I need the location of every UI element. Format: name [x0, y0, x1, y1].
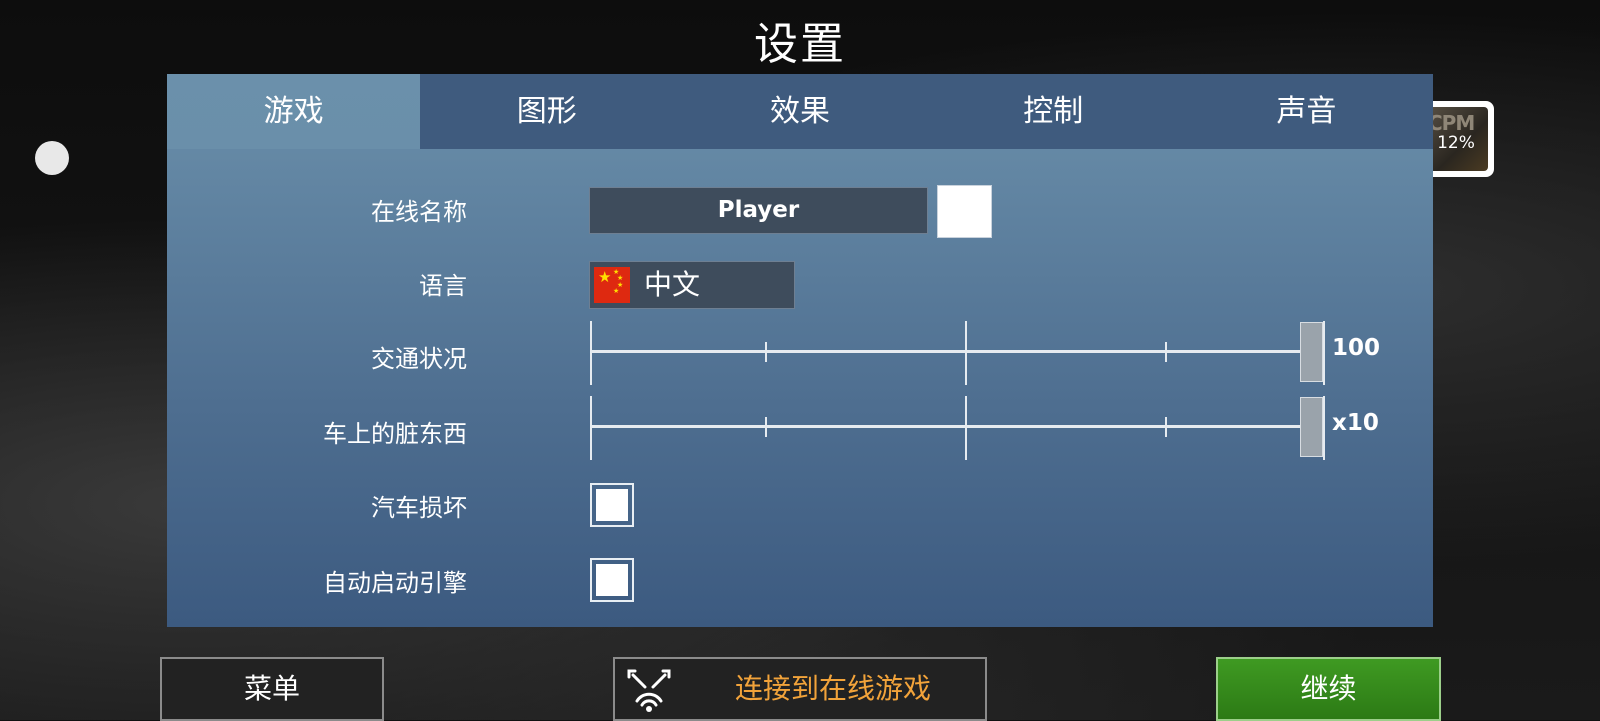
- floating-dot-button[interactable]: [35, 141, 69, 175]
- page-title: 设置: [754, 19, 846, 70]
- app-thumbnail: CPM 12%: [1424, 107, 1488, 171]
- language-label: 语言: [419, 272, 467, 300]
- auto-start-checkbox[interactable]: [590, 558, 634, 602]
- slider-tick: [590, 321, 592, 385]
- menu-button[interactable]: 菜单: [160, 657, 384, 721]
- online-network-icon: [627, 669, 671, 712]
- slider-thumb[interactable]: [1300, 397, 1323, 457]
- slider-track: [590, 350, 1323, 353]
- dirt-slider[interactable]: x10: [590, 396, 1379, 460]
- slider-thumb[interactable]: [1300, 322, 1323, 382]
- app-logo: CPM: [1428, 111, 1475, 135]
- slider-tick: [965, 396, 967, 460]
- slider-tick: [1323, 321, 1325, 385]
- dirt-label: 车上的脏东西: [323, 420, 467, 448]
- connect-online-button[interactable]: 连接到在线游戏: [613, 657, 987, 721]
- checkbox-fill: [596, 564, 628, 596]
- cn-flag-icon: ★ ★ ★ ★ ★: [594, 267, 630, 303]
- auto-start-label: 自动启动引擎: [323, 569, 467, 597]
- settings-panel: 游戏 图形 效果 控制 声音 在线名称 Player 语言 ★ ★ ★ ★ ★ …: [167, 74, 1434, 627]
- name-color-picker[interactable]: [937, 185, 992, 238]
- language-value: 中文: [644, 268, 701, 301]
- car-damage-label: 汽车损坏: [371, 494, 467, 522]
- traffic-label: 交通状况: [371, 345, 467, 373]
- online-name-field[interactable]: Player: [589, 187, 928, 234]
- tab-sound[interactable]: 声音: [1179, 74, 1434, 149]
- continue-button[interactable]: 继续: [1216, 657, 1441, 721]
- slider-tick: [1323, 396, 1325, 460]
- tab-controls[interactable]: 控制: [926, 74, 1180, 149]
- language-selector[interactable]: ★ ★ ★ ★ ★ 中文: [589, 261, 795, 309]
- slider-track: [590, 425, 1323, 428]
- connect-online-label: 连接到在线游戏: [735, 672, 932, 705]
- tab-effects[interactable]: 效果: [673, 74, 927, 149]
- online-name-label: 在线名称: [371, 198, 467, 226]
- dirt-value: x10: [1332, 410, 1379, 436]
- traffic-value: 100: [1332, 335, 1381, 361]
- car-damage-checkbox[interactable]: [590, 483, 634, 527]
- slider-tick: [965, 321, 967, 385]
- checkbox-fill: [596, 489, 628, 521]
- tab-graphics[interactable]: 图形: [420, 74, 674, 149]
- tab-game[interactable]: 游戏: [167, 74, 421, 149]
- slider-tick: [590, 396, 592, 460]
- tab-bar: 游戏 图形 效果 控制 声音: [167, 74, 1434, 149]
- progress-percent: 12%: [1437, 133, 1475, 153]
- traffic-slider[interactable]: 100: [590, 321, 1380, 385]
